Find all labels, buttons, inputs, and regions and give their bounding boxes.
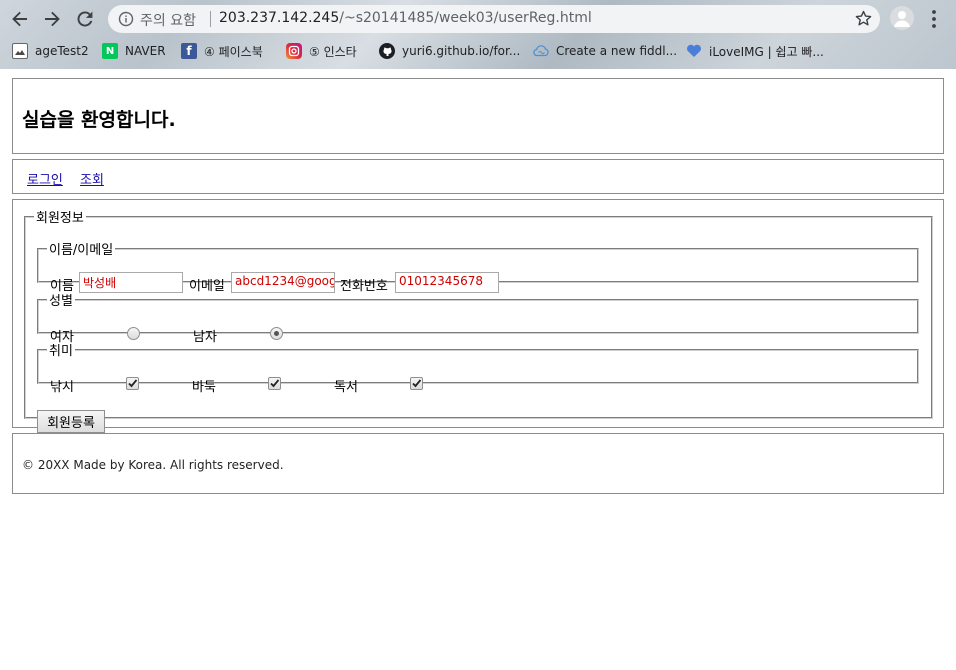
- main-section: 회원정보 이름/이메일 이름 박성배 이메일 abcd1234@goog 전화번…: [12, 199, 944, 433]
- browser-toolbar: 주의 요함 203.237.142.245/~s20141485/week03/…: [0, 0, 956, 38]
- bookmark-label: iLoveIMG | 쉽고 빠...: [709, 44, 824, 59]
- member-info-legend: 회원정보: [36, 211, 84, 226]
- address-bar[interactable]: 주의 요함 203.237.142.245/~s20141485/week03/…: [108, 5, 880, 33]
- more-vert-icon[interactable]: [928, 8, 940, 30]
- forward-button[interactable]: [40, 7, 64, 31]
- arrow-right-icon: [45, 11, 60, 27]
- url-host: 203.237.142.245: [219, 10, 340, 26]
- bookmark-label: ageTest2: [35, 44, 89, 58]
- baduk-checkbox[interactable]: [268, 377, 281, 390]
- bookmark-github[interactable]: yuri6.github.io/for...: [379, 41, 520, 61]
- facebook-icon: f: [181, 43, 197, 59]
- heart-icon: [686, 43, 702, 59]
- hobby-option-label: 바둑: [192, 380, 216, 395]
- bookmark-agetest2[interactable]: ageTest2: [12, 41, 89, 61]
- male-radio[interactable]: [270, 327, 283, 340]
- checkmark-icon: [270, 379, 280, 388]
- hobby-legend: 취미: [49, 344, 73, 359]
- url-path: /~s20141485/week03/userReg.html: [339, 10, 592, 26]
- female-radio[interactable]: [127, 327, 140, 340]
- login-link[interactable]: 로그인: [27, 169, 63, 188]
- github-icon: [379, 43, 395, 59]
- page-icon: [12, 43, 28, 59]
- page-title: 실습을 환영합니다.: [22, 109, 176, 131]
- reload-button[interactable]: [73, 7, 97, 31]
- bookmark-naver[interactable]: N NAVER: [102, 41, 166, 61]
- security-label: 주의 요함: [140, 13, 196, 29]
- reload-icon: [77, 11, 93, 27]
- bookmark-label: ④ 페이스북: [204, 44, 263, 59]
- hobby-option-label: 독서: [334, 380, 358, 395]
- name-email-fieldset: 이름/이메일 이름 박성배 이메일 abcd1234@goog 전화번호 010…: [37, 239, 919, 294]
- bookmark-jsfiddle[interactable]: Create a new fiddl...: [533, 41, 677, 61]
- bookmark-label: NAVER: [125, 44, 166, 58]
- back-button[interactable]: [8, 7, 32, 31]
- page-header: 실습을 환영합니다.: [12, 78, 944, 154]
- bookmark-label: yuri6.github.io/for...: [402, 44, 521, 58]
- arrow-left-icon: [12, 11, 27, 27]
- url-text[interactable]: 203.237.142.245/~s20141485/week03/userRe…: [219, 10, 592, 26]
- star-icon[interactable]: [855, 10, 872, 27]
- instagram-icon: [286, 43, 302, 59]
- naver-icon: N: [102, 43, 118, 59]
- fishing-checkbox[interactable]: [126, 377, 139, 390]
- person-icon: [894, 11, 910, 27]
- inquiry-link[interactable]: 조회: [80, 169, 104, 188]
- page-footer: © 20XX Made by Korea. All rights reserve…: [12, 433, 944, 494]
- hobby-option-label: 낚시: [50, 380, 74, 395]
- checkmark-icon: [128, 379, 138, 388]
- bookmarks-bar: ageTest2 N NAVER f ④ 페이스북 ⑤ 인스타 yuri6.gi…: [0, 38, 956, 64]
- page-content: 실습을 환영합니다. 로그인 조회 회원정보 이름/이메일 이름 박성배 이메일…: [0, 69, 956, 670]
- cloud-icon: [533, 43, 549, 59]
- hobby-row: 낚시 바둑 독서: [50, 373, 910, 397]
- member-info-fieldset: 회원정보 이름/이메일 이름 박성배 이메일 abcd1234@goog 전화번…: [24, 207, 933, 433]
- bookmark-label: Create a new fiddl...: [556, 44, 678, 58]
- gender-legend: 성별: [49, 294, 73, 309]
- browser-chrome: 주의 요함 203.237.142.245/~s20141485/week03/…: [0, 0, 956, 69]
- gender-fieldset: 성별 여자 남자: [37, 290, 919, 345]
- reading-checkbox[interactable]: [410, 377, 423, 390]
- name-email-legend: 이름/이메일: [49, 243, 114, 258]
- bookmark-iloveimg[interactable]: iLoveIMG | 쉽고 빠...: [686, 41, 824, 61]
- profile-avatar[interactable]: [890, 6, 914, 30]
- divider: [210, 11, 211, 27]
- bookmark-facebook[interactable]: f ④ 페이스북: [181, 41, 263, 61]
- copyright-text: © 20XX Made by Korea. All rights reserve…: [22, 458, 284, 472]
- register-button[interactable]: 회원등록: [37, 410, 105, 433]
- hobby-fieldset: 취미 낚시 바둑 독서: [37, 340, 919, 395]
- bookmark-label: ⑤ 인스타: [309, 44, 357, 59]
- nav-bar: 로그인 조회: [12, 159, 944, 194]
- bookmark-instagram[interactable]: ⑤ 인스타: [286, 41, 357, 61]
- checkmark-icon: [412, 379, 422, 388]
- info-icon[interactable]: [118, 11, 134, 27]
